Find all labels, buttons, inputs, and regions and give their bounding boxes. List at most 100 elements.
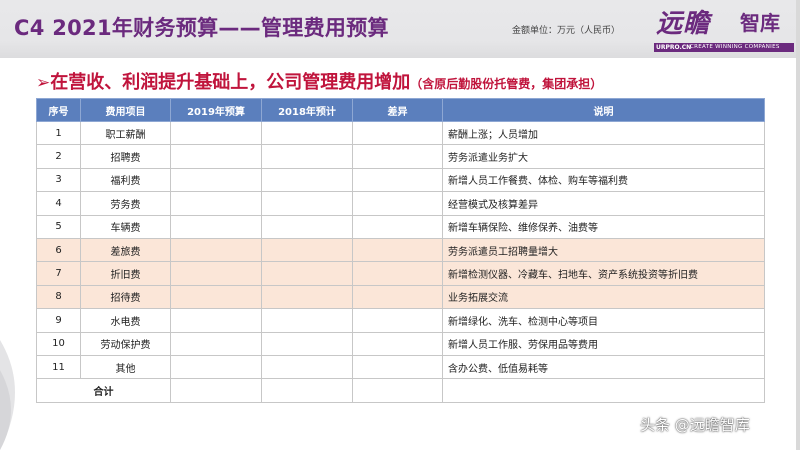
table-row: 9 水电费 新增绿化、洗车、检测中心等项目 — [36, 308, 765, 333]
cell-difference — [352, 354, 443, 380]
cell-difference — [352, 237, 443, 263]
cell-no: 4 — [36, 191, 81, 216]
cell-item: 折旧费 — [80, 261, 171, 286]
cell-item: 职工薪酬 — [80, 120, 171, 146]
cell-estimate-2018 — [261, 378, 353, 403]
cell-estimate-2018 — [261, 144, 353, 169]
cell-estimate-2018 — [261, 237, 353, 263]
cell-difference — [352, 308, 443, 333]
cell-description: 经营模式及核算差异 — [442, 191, 765, 216]
cell-budget-2019 — [170, 120, 262, 146]
col-header-item: 费用项目 — [80, 98, 171, 122]
cell-budget-2019 — [170, 167, 262, 193]
table-row: 8 招待费 业务拓展交流 — [36, 284, 765, 310]
cell-estimate-2018 — [261, 167, 353, 193]
col-header-budget-2019: 2019年预算 — [170, 98, 262, 122]
col-header-estimate-2018: 2018年预计 — [261, 98, 353, 122]
cell-difference — [352, 167, 443, 193]
cell-budget-2019 — [170, 191, 262, 216]
headline-note: （含原后勤股份托管费，集团承担） — [410, 77, 603, 91]
cell-item: 车辆费 — [80, 214, 171, 239]
cell-difference — [352, 261, 443, 286]
table-row: 4 劳务费 经营模式及核算差异 — [36, 191, 765, 216]
cell-item: 差旅费 — [80, 237, 171, 263]
brand-logo: 远瞻 智库 URPRO.CN CREATE WINNING COMPANIES — [652, 2, 794, 56]
slide-header: C4 2021年财务预算——管理费用预算 金额单位：万元（人民币） 远瞻 智库 … — [0, 0, 800, 58]
cell-estimate-2018 — [261, 308, 353, 333]
cell-no: 5 — [36, 214, 81, 239]
table-row: 3 福利费 新增人员工作餐费、体检、购车等福利费 — [36, 167, 765, 193]
right-edge-bar — [796, 0, 800, 450]
table-row: 11 其他 含办公费、低值易耗等 — [36, 354, 765, 380]
cell-estimate-2018 — [261, 191, 353, 216]
cell-no: 7 — [36, 261, 81, 286]
cell-description: 新增人员工作服、劳保用品等费用 — [442, 331, 765, 356]
cell-item: 劳动保护费 — [80, 331, 171, 356]
table-row: 6 差旅费 劳务派遣员工招聘量增大 — [36, 237, 765, 263]
cell-item: 其他 — [80, 354, 171, 380]
cell-item: 福利费 — [80, 167, 171, 193]
cell-description: 新增检测仪器、冷藏车、扫地车、资产系统投资等折旧费 — [442, 261, 765, 286]
cell-budget-2019 — [170, 308, 262, 333]
cell-difference — [352, 144, 443, 169]
cell-description: 含办公费、低值易耗等 — [442, 354, 765, 380]
logo-name-part1: 远瞻 — [656, 9, 711, 39]
table-header-row: 序号 费用项目 2019年预算 2018年预计 差异 说明 — [36, 98, 765, 122]
table-row: 10 劳动保护费 新增人员工作服、劳保用品等费用 — [36, 331, 765, 356]
cell-description: 新增人员工作餐费、体检、购车等福利费 — [442, 167, 765, 193]
headline-main: 在营收、利润提升基础上，公司管理费用增加 — [50, 72, 411, 93]
table-row: 1 职工薪酬 薪酬上涨；人员增加 — [36, 120, 765, 146]
cell-description: 业务拓展交流 — [442, 284, 765, 310]
cell-difference — [352, 378, 443, 403]
headline: ➢在营收、利润提升基础上，公司管理费用增加（含原后勤股份托管费，集团承担） — [36, 68, 602, 94]
logo-url: URPRO.CN — [656, 44, 692, 51]
cell-description: 新增绿化、洗车、检测中心等项目 — [442, 308, 765, 333]
cell-no: 8 — [36, 284, 81, 310]
table-row: 2 招聘费 劳务派遣业务扩大 — [36, 144, 765, 169]
cell-no: 2 — [36, 144, 81, 169]
cell-item: 招聘费 — [80, 144, 171, 169]
cell-estimate-2018 — [261, 284, 353, 310]
cell-difference — [352, 284, 443, 310]
currency-unit-note: 金额单位：万元（人民币） — [512, 26, 621, 36]
cell-budget-2019 — [170, 237, 262, 263]
cell-budget-2019 — [170, 354, 262, 380]
cell-description: 劳务派遣员工招聘量增大 — [442, 237, 765, 263]
cell-estimate-2018 — [261, 214, 353, 239]
cell-difference — [352, 214, 443, 239]
col-header-description: 说明 — [442, 98, 765, 122]
cell-no: 9 — [36, 308, 81, 333]
decorative-swoosh — [0, 340, 15, 450]
cell-difference — [352, 331, 443, 356]
budget-table: 序号 费用项目 2019年预算 2018年预计 差异 说明 1 职工薪酬 薪酬上… — [36, 98, 765, 403]
cell-description — [442, 378, 765, 403]
table-total-row: 合计 — [36, 378, 765, 403]
cell-estimate-2018 — [261, 120, 353, 146]
table-row: 7 折旧费 新增检测仪器、冷藏车、扫地车、资产系统投资等折旧费 — [36, 261, 765, 286]
arrow-bullet-icon: ➢ — [36, 73, 51, 93]
cell-item: 水电费 — [80, 308, 171, 333]
cell-estimate-2018 — [261, 261, 353, 286]
cell-item: 劳务费 — [80, 191, 171, 216]
slide-title: C4 2021年财务预算——管理费用预算 — [14, 16, 389, 40]
cell-no: 3 — [36, 167, 81, 193]
logo-name-part2: 智库 — [740, 11, 780, 35]
cell-budget-2019 — [170, 144, 262, 169]
col-header-difference: 差异 — [352, 98, 443, 122]
cell-estimate-2018 — [261, 331, 353, 356]
table-row: 5 车辆费 新增车辆保险、维修保养、油费等 — [36, 214, 765, 239]
cell-description: 劳务派遣业务扩大 — [442, 144, 765, 169]
watermark: 头条 @远瞻智库 — [640, 416, 750, 434]
cell-description: 薪酬上涨；人员增加 — [442, 120, 765, 146]
col-header-no: 序号 — [36, 98, 81, 122]
cell-description: 新增车辆保险、维修保养、油费等 — [442, 214, 765, 239]
cell-no: 1 — [36, 120, 81, 146]
cell-estimate-2018 — [261, 354, 353, 380]
logo-slogan: CREATE WINNING COMPANIES — [690, 44, 780, 50]
cell-difference — [352, 191, 443, 216]
cell-budget-2019 — [170, 331, 262, 356]
cell-budget-2019 — [170, 284, 262, 310]
cell-budget-2019 — [170, 261, 262, 286]
cell-budget-2019 — [170, 214, 262, 239]
cell-item: 招待费 — [80, 284, 171, 310]
